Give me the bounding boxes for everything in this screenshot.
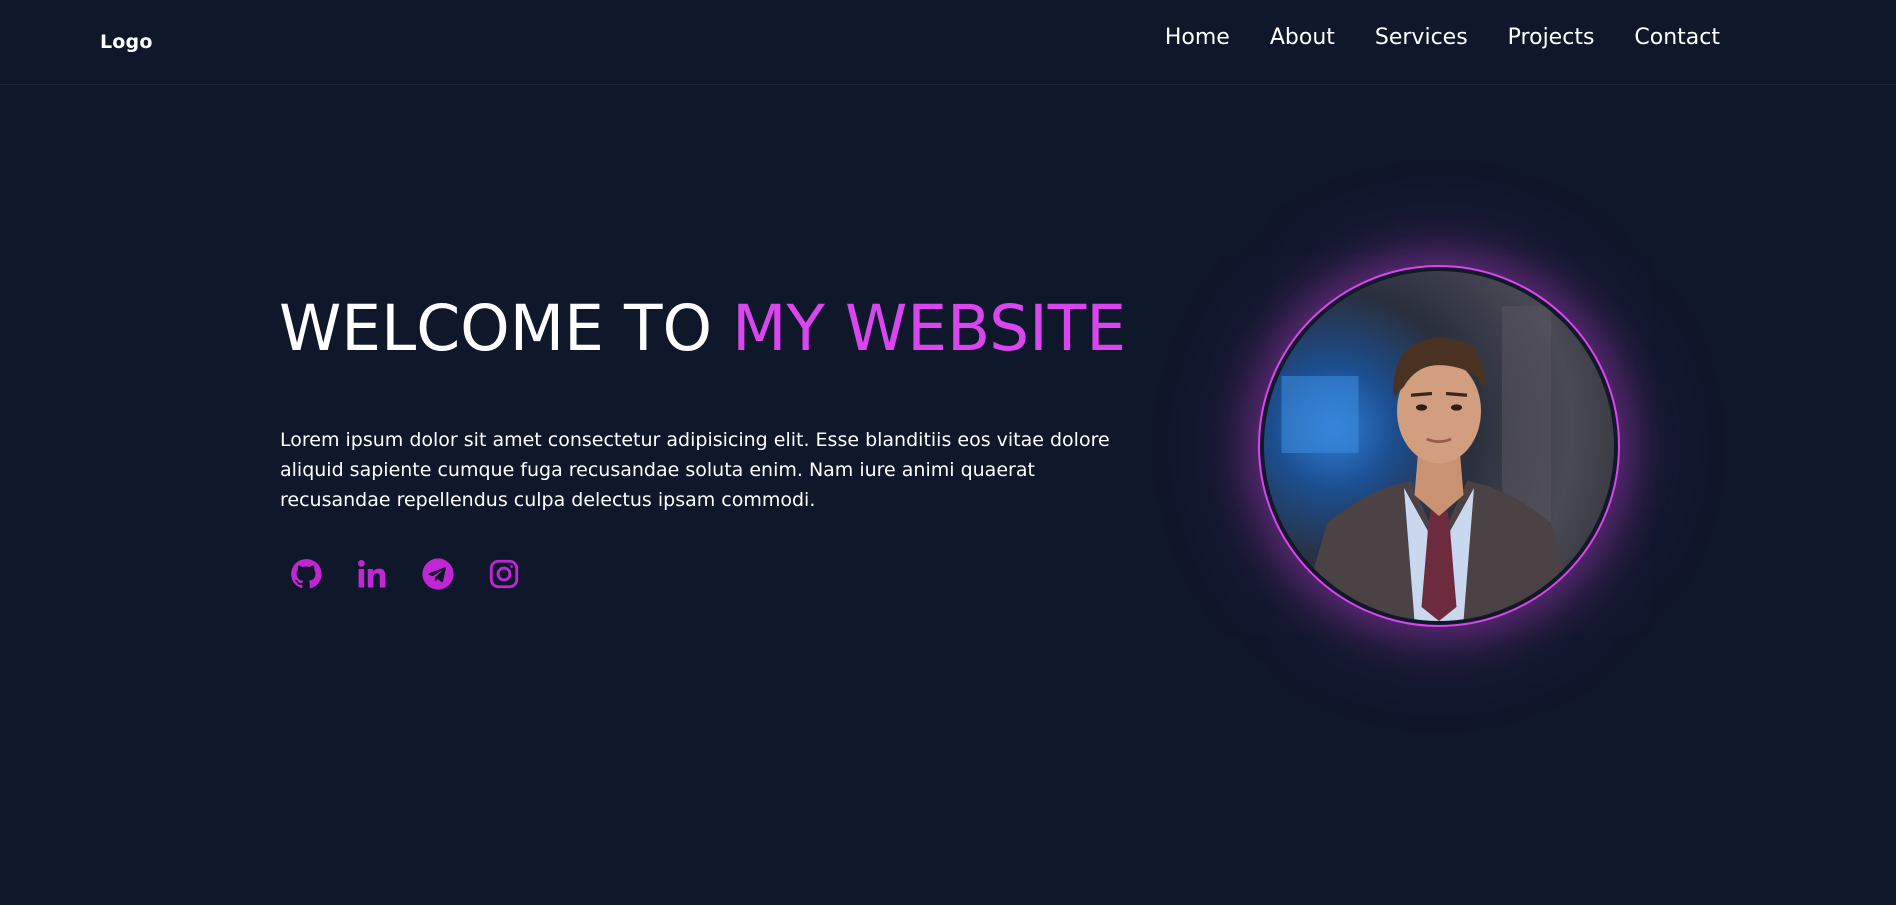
github-icon: [289, 557, 323, 595]
navbar: Logo Home About Services Projects Contac…: [0, 0, 1896, 85]
social-links: [288, 558, 522, 594]
nav-link-home[interactable]: Home: [1165, 25, 1230, 50]
nav-link-projects[interactable]: Projects: [1508, 25, 1595, 50]
linkedin-icon: [355, 557, 389, 595]
github-link[interactable]: [288, 558, 324, 594]
nav-link-about[interactable]: About: [1270, 25, 1335, 50]
nav-links: Home About Services Projects Contact: [1165, 25, 1720, 50]
linkedin-link[interactable]: [354, 558, 390, 594]
telegram-link[interactable]: [420, 558, 456, 594]
nav-link-contact[interactable]: Contact: [1634, 25, 1720, 50]
logo[interactable]: Logo: [100, 31, 153, 53]
hero-description: Lorem ipsum dolor sit amet consectetur a…: [280, 429, 1110, 511]
hero-title-accent: MY WEBSITE: [732, 292, 1127, 365]
instagram-link[interactable]: [486, 558, 522, 594]
nav-link-services[interactable]: Services: [1375, 25, 1468, 50]
profile-photo: [1264, 271, 1614, 621]
hero-title: WELCOME TO MY WEBSITE: [279, 297, 1126, 360]
hero-title-prefix: WELCOME TO: [279, 292, 713, 365]
telegram-icon: [421, 557, 455, 595]
instagram-icon: [487, 557, 521, 595]
profile-avatar-frame: [1258, 265, 1620, 627]
